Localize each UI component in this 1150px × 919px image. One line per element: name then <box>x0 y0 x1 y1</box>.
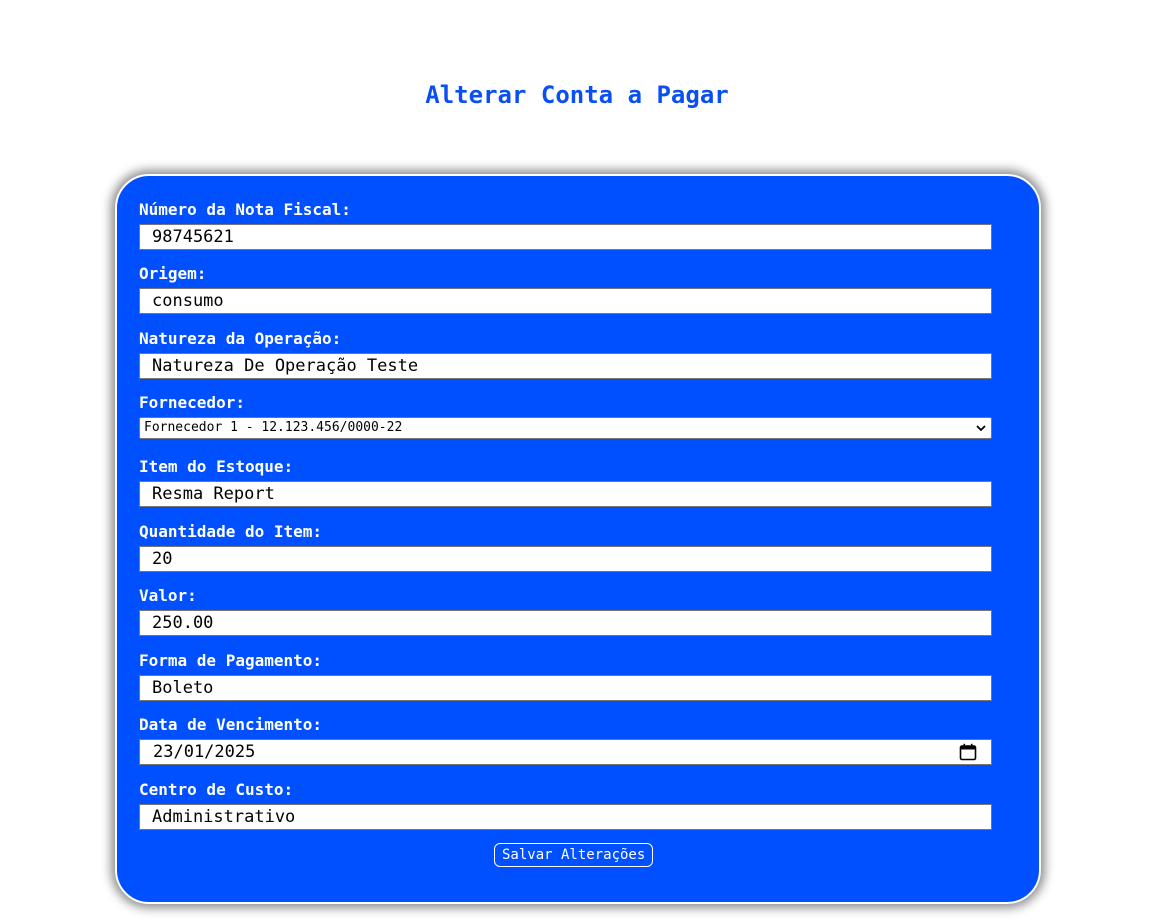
forma-pagamento-input[interactable] <box>139 675 992 701</box>
field-valor: Valor: <box>139 586 992 636</box>
field-quantidade: Quantidade do Item: <box>139 522 992 572</box>
chevron-down-icon <box>976 425 986 432</box>
natureza-label: Natureza da Operação: <box>139 329 342 348</box>
item-estoque-input[interactable] <box>139 481 992 507</box>
valor-label: Valor: <box>139 586 197 605</box>
nota-fiscal-label: Número da Nota Fiscal: <box>139 200 351 219</box>
field-centro-custo: Centro de Custo: <box>139 780 992 830</box>
origem-input[interactable] <box>139 288 992 314</box>
valor-input[interactable] <box>139 610 992 636</box>
calendar-icon[interactable] <box>959 743 977 761</box>
centro-custo-label: Centro de Custo: <box>139 780 294 799</box>
vencimento-value: 23/01/2025 <box>153 742 256 762</box>
field-natureza: Natureza da Operação: <box>139 329 992 379</box>
vencimento-label: Data de Vencimento: <box>139 715 323 734</box>
field-item-estoque: Item do Estoque: <box>139 457 992 507</box>
fornecedor-label: Fornecedor: <box>139 393 245 412</box>
natureza-input[interactable] <box>139 353 992 379</box>
centro-custo-input[interactable] <box>139 804 992 830</box>
fornecedor-select[interactable]: Fornecedor 1 - 12.123.456/0000-22 <box>139 417 992 439</box>
forma-pagamento-label: Forma de Pagamento: <box>139 651 323 670</box>
origem-label: Origem: <box>139 264 207 283</box>
conta-pagar-form: Número da Nota Fiscal: Origem: Natureza … <box>115 174 1041 904</box>
save-button[interactable]: Salvar Alterações <box>494 843 654 867</box>
item-estoque-label: Item do Estoque: <box>139 457 294 476</box>
vencimento-date-input[interactable]: 23/01/2025 <box>139 739 992 765</box>
nota-fiscal-input[interactable] <box>139 224 992 250</box>
quantidade-label: Quantidade do Item: <box>139 522 323 541</box>
field-nota-fiscal: Número da Nota Fiscal: <box>139 200 992 250</box>
page-title: Alterar Conta a Pagar <box>425 81 729 109</box>
field-origem: Origem: <box>139 264 992 314</box>
fornecedor-selected-value: Fornecedor 1 - 12.123.456/0000-22 <box>144 420 403 435</box>
field-forma-pagamento: Forma de Pagamento: <box>139 651 992 701</box>
field-fornecedor: Fornecedor: Fornecedor 1 - 12.123.456/00… <box>139 393 992 439</box>
quantidade-input[interactable] <box>139 546 992 572</box>
field-vencimento: Data de Vencimento: 23/01/2025 <box>139 715 992 765</box>
